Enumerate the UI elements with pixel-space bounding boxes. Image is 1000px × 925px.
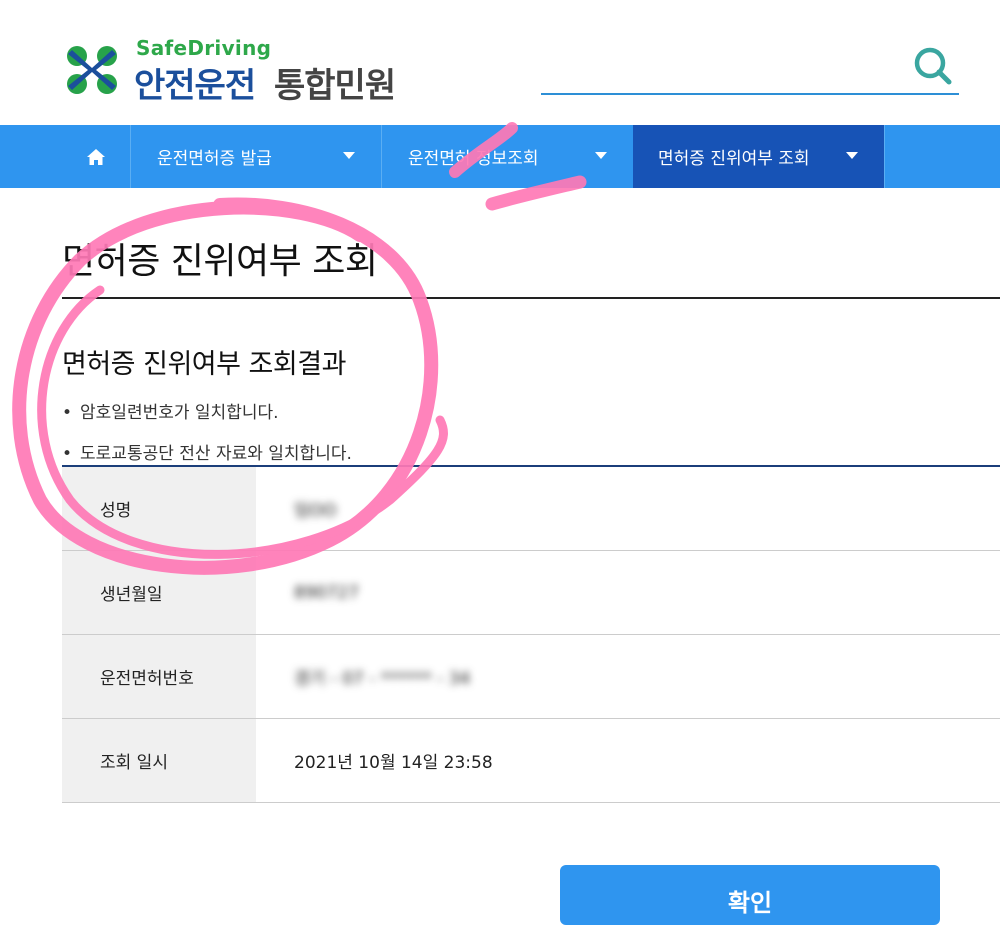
search-icon[interactable]	[911, 44, 955, 88]
result-table: 성명 임OO 생년월일 890727 운전면허번호 경기 - 07 - ****…	[62, 465, 1000, 803]
logo-text-en: SafeDriving	[136, 36, 272, 60]
nav-item-label: 운전면허 정보조회	[408, 149, 539, 169]
table-row-birthdate: 생년월일 890727	[62, 551, 1000, 635]
row-value: 임OO	[294, 501, 337, 521]
nav-item-license-issue[interactable]: 운전면허증 발급	[130, 125, 381, 188]
table-row-license-number: 운전면허번호 경기 - 07 - ****** - 34	[62, 635, 1000, 719]
result-bullet: 암호일련번호가 일치합니다.	[62, 398, 279, 423]
row-label: 생년월일	[62, 551, 256, 634]
row-label: 성명	[62, 467, 256, 550]
logo-text-main: 안전운전	[134, 66, 256, 106]
table-row-name: 성명 임OO	[62, 467, 1000, 551]
clover-logo-icon	[67, 46, 117, 94]
section-title: 면허증 진위여부 조회결과	[62, 349, 346, 380]
row-value: 890727	[294, 582, 359, 603]
nav-home[interactable]	[62, 125, 130, 188]
caret-down-icon	[343, 152, 355, 159]
site-logo[interactable]: SafeDriving 안전운전 통합민원	[62, 36, 422, 106]
nav-item-label: 운전면허증 발급	[157, 149, 272, 169]
logo-text-sub: 통합민원	[274, 66, 396, 106]
home-icon	[87, 148, 105, 165]
main-navigation: 운전면허증 발급 운전면허 정보조회 면허증 진위여부 조회	[0, 125, 1000, 188]
nav-spacer	[884, 125, 1000, 188]
search-bar	[541, 40, 959, 95]
nav-item-label: 면허증 진위여부 조회	[658, 149, 810, 169]
page-title: 면허증 진위여부 조회	[62, 241, 378, 282]
nav-item-license-info[interactable]: 운전면허 정보조회	[381, 125, 633, 188]
result-bullet: 도로교통공단 전산 자료와 일치합니다.	[62, 439, 352, 464]
caret-down-icon	[595, 152, 607, 159]
nav-item-license-verify[interactable]: 면허증 진위여부 조회	[633, 125, 884, 188]
site-header: SafeDriving 안전운전 통합민원	[0, 0, 1000, 125]
row-label: 조회 일시	[62, 719, 256, 802]
confirm-button[interactable]: 확인	[560, 865, 940, 925]
row-value: 경기 - 07 - ****** - 34	[294, 669, 471, 689]
search-input[interactable]	[541, 50, 905, 88]
title-divider	[62, 297, 1000, 299]
caret-down-icon	[846, 152, 858, 159]
table-row-lookup-time: 조회 일시 2021년 10월 14일 23:58	[62, 719, 1000, 803]
row-label: 운전면허번호	[62, 635, 256, 718]
row-value: 2021년 10월 14일 23:58	[294, 753, 493, 773]
